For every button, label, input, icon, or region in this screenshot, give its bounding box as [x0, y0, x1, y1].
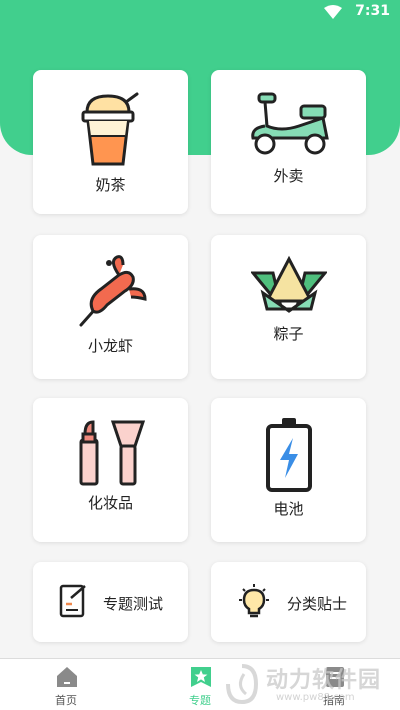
tips-button[interactable]: 分类贴士: [211, 562, 366, 642]
card-label: 外卖: [273, 167, 304, 185]
zongzi-icon: [251, 255, 327, 313]
status-bar: 7:31: [0, 0, 400, 24]
card-label: 小龙虾: [87, 337, 133, 355]
card-milk-tea[interactable]: 奶茶: [33, 70, 188, 214]
watermark-logo-icon: [226, 664, 259, 704]
watermark-url: www.pw88.com: [276, 692, 355, 703]
quiz-icon: [59, 584, 86, 618]
tab-home[interactable]: 首页: [26, 659, 106, 710]
milk-tea-icon: [81, 92, 139, 166]
quiz-label: 专题测试: [103, 595, 164, 613]
card-label: 电池: [273, 500, 304, 518]
tips-label: 分类贴士: [287, 595, 348, 613]
tab-label: 首页: [55, 694, 77, 707]
card-label: 化妆品: [87, 494, 133, 512]
card-crayfish[interactable]: 小龙虾: [33, 235, 188, 379]
wifi-icon: [324, 5, 342, 19]
card-cosmetics[interactable]: 化妆品: [33, 398, 188, 542]
card-zongzi[interactable]: 粽子: [211, 235, 366, 379]
quiz-button[interactable]: 专题测试: [33, 562, 188, 642]
crayfish-icon: [79, 255, 147, 327]
home-icon: [57, 667, 77, 687]
star-bookmark-icon: [191, 667, 211, 687]
card-label: 奶茶: [95, 176, 126, 194]
card-delivery[interactable]: 外卖: [211, 70, 366, 214]
card-label: 粽子: [273, 325, 304, 343]
lightbulb-icon: [239, 584, 269, 618]
delivery-scooter-icon: [251, 92, 329, 155]
cosmetics-icon: [79, 420, 145, 486]
status-time: 7:31: [355, 3, 390, 19]
watermark-text: 动力软件园: [266, 668, 382, 693]
battery-icon: [266, 418, 312, 492]
watermark: 动力软件园 www.pw88.com: [222, 658, 400, 710]
card-battery[interactable]: 电池: [211, 398, 366, 542]
